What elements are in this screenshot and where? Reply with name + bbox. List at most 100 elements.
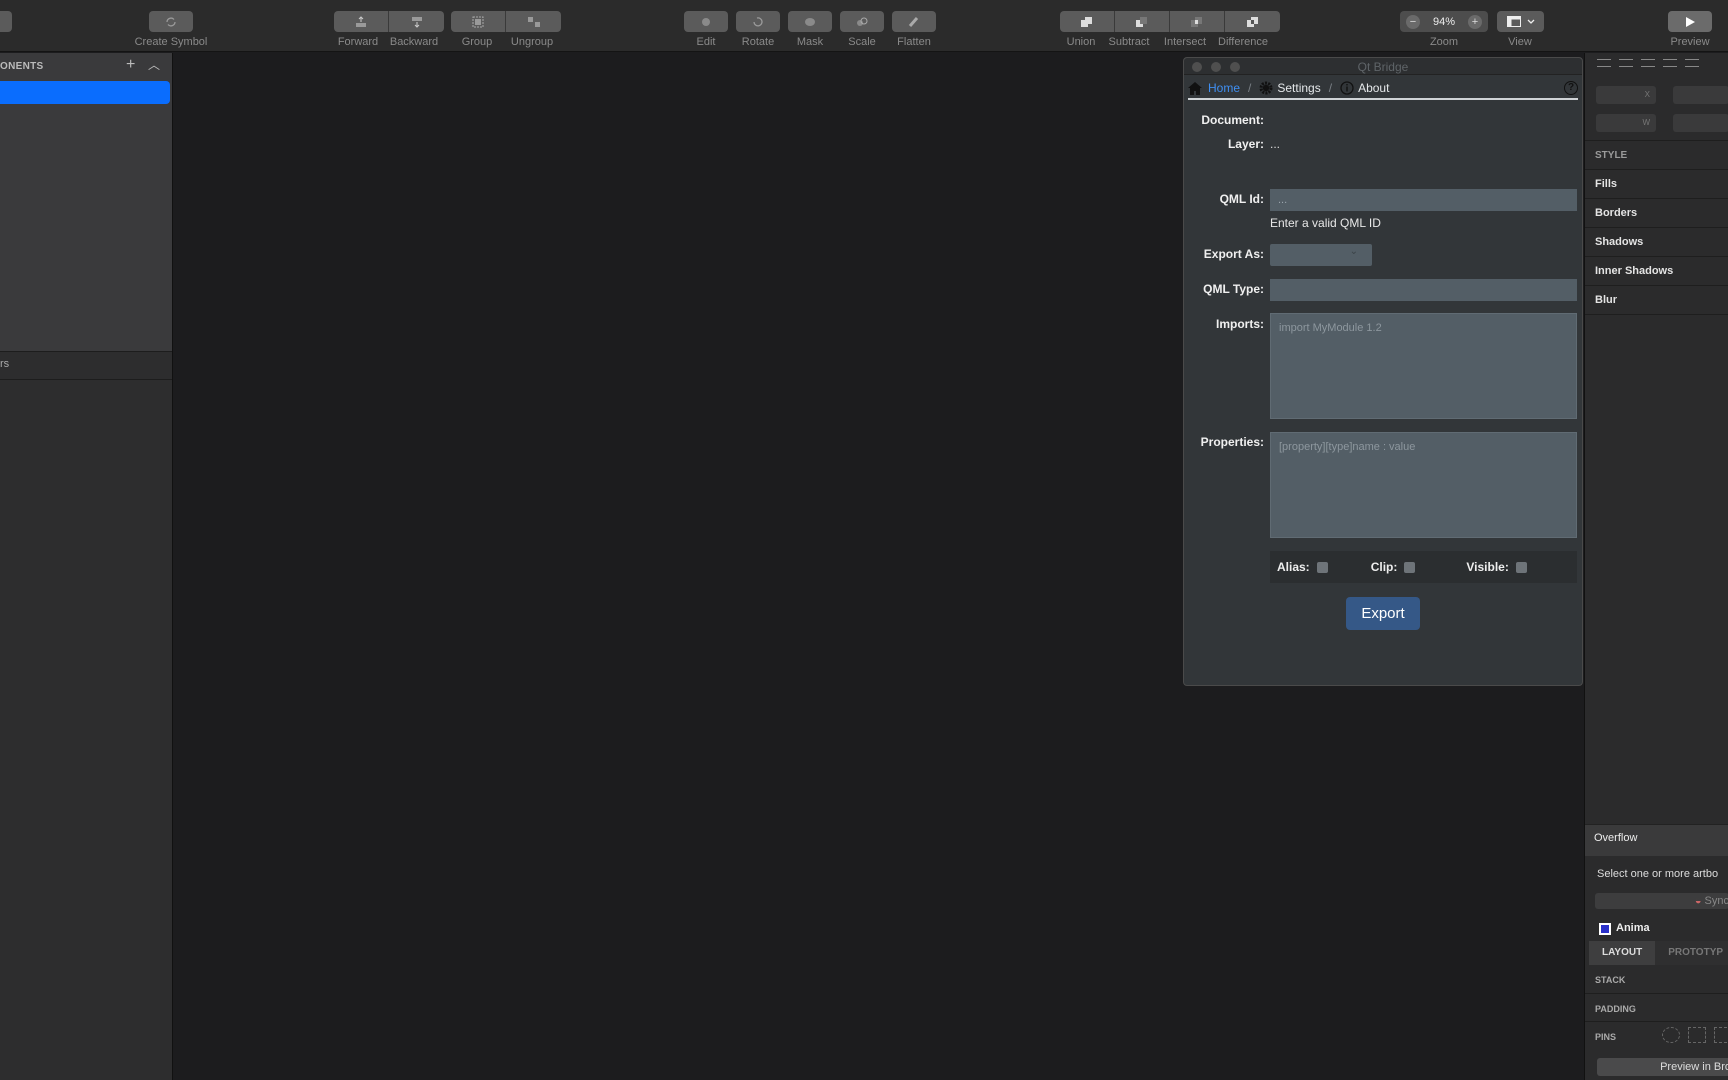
shadows-section[interactable]: Shadows: [1595, 236, 1643, 248]
document-select[interactable]: [0, 11, 12, 32]
tab-prototype[interactable]: PROTOTYP: [1655, 941, 1728, 965]
group-icon: [472, 16, 484, 27]
group-button[interactable]: [451, 11, 506, 32]
inner-shadows-section[interactable]: Inner Shadows: [1595, 265, 1673, 277]
clip-label: Clip:: [1370, 560, 1398, 574]
view-label: View: [1508, 36, 1532, 48]
rotate-icon: [753, 16, 763, 26]
preview-button[interactable]: [1668, 11, 1712, 32]
window-titlebar[interactable]: Qt Bridge: [1184, 58, 1582, 75]
nav-home-link[interactable]: Home: [1208, 81, 1240, 95]
subtract-button[interactable]: [1115, 11, 1170, 32]
align-right-icon[interactable]: [1641, 59, 1655, 67]
rotate-button[interactable]: [736, 11, 780, 32]
nav-separator: /: [1248, 81, 1252, 95]
x-field[interactable]: X: [1596, 86, 1656, 104]
nav-about-link[interactable]: About: [1358, 81, 1389, 95]
backward-icon: [411, 16, 422, 28]
clip-checkbox[interactable]: [1404, 561, 1416, 573]
align-middle-icon[interactable]: [1685, 59, 1699, 67]
visible-label: Visible:: [1466, 560, 1509, 574]
document-label: Document:: [1201, 113, 1264, 127]
forward-button[interactable]: [334, 11, 389, 32]
align-left-icon[interactable]: [1597, 59, 1611, 67]
difference-button[interactable]: [1225, 11, 1280, 32]
borders-section[interactable]: Borders: [1595, 207, 1637, 219]
qml-id-input[interactable]: [1270, 189, 1577, 211]
create-symbol-button[interactable]: [149, 11, 193, 32]
add-component-icon[interactable]: +: [126, 56, 135, 74]
divider: [1585, 198, 1728, 199]
scale-button[interactable]: [840, 11, 884, 32]
ungroup-icon: [527, 16, 540, 27]
width-field[interactable]: W: [1596, 114, 1656, 132]
intersect-icon: [1191, 16, 1202, 27]
qml-type-input[interactable]: [1270, 279, 1577, 301]
flatten-button[interactable]: [892, 11, 936, 32]
mask-button[interactable]: [788, 11, 832, 32]
divider: [1585, 140, 1728, 141]
gear-icon: [1259, 81, 1273, 95]
nav-settings-link[interactable]: Settings: [1277, 81, 1320, 95]
align-top-icon[interactable]: [1663, 59, 1677, 67]
sync-label: Sync: [1704, 895, 1728, 907]
y-field[interactable]: [1673, 86, 1728, 104]
tab-layout[interactable]: LAYOUT: [1589, 941, 1656, 965]
imports-textarea[interactable]: import MyModule 1.2: [1270, 313, 1577, 419]
mask-label: Mask: [796, 36, 824, 48]
play-icon: [1686, 16, 1695, 27]
collapse-icon[interactable]: ︿: [148, 56, 160, 73]
imports-placeholder: import MyModule 1.2: [1279, 322, 1382, 334]
window-title: Qt Bridge: [1357, 60, 1409, 74]
divider: [1585, 285, 1728, 286]
group-label: Group: [461, 36, 493, 48]
intersect-button[interactable]: [1170, 11, 1225, 32]
breadcrumb-nav: Home / Settings / About ?: [1188, 78, 1578, 100]
zoom-in-button[interactable]: +: [1468, 14, 1482, 29]
fills-section[interactable]: Fills: [1595, 178, 1617, 190]
options-row: Alias: Clip: Visible:: [1270, 551, 1577, 583]
union-button[interactable]: [1060, 11, 1115, 32]
zoom-out-button[interactable]: −: [1406, 14, 1420, 29]
anima-tabs: LAYOUT PROTOTYP: [1589, 941, 1728, 965]
view-button[interactable]: [1497, 11, 1544, 32]
pin-center-icon[interactable]: [1688, 1027, 1706, 1043]
ungroup-button[interactable]: [506, 11, 561, 32]
forward-label: Forward: [337, 36, 379, 48]
chevron-down-icon: [1527, 19, 1534, 24]
edit-icon: [702, 17, 710, 26]
selected-component-item[interactable]: [0, 81, 170, 104]
height-field[interactable]: [1673, 114, 1728, 132]
zoom-control: − 94% +: [1400, 11, 1488, 32]
export-as-select[interactable]: ⌄: [1270, 244, 1372, 266]
pin-side-icon[interactable]: [1714, 1027, 1728, 1043]
help-icon[interactable]: ?: [1564, 81, 1578, 95]
edit-button[interactable]: [684, 11, 728, 32]
preview-in-browser-button[interactable]: Preview in Bro: [1597, 1058, 1728, 1076]
divider: [1585, 227, 1728, 228]
info-icon: [1340, 81, 1354, 95]
components-panel: ONENTS + ︿ rs: [0, 53, 173, 1080]
backward-button[interactable]: [389, 11, 444, 32]
align-center-icon[interactable]: [1619, 59, 1633, 67]
padding-label: PADDING: [1595, 1004, 1636, 1014]
sync-button[interactable]: ◒ Sync: [1595, 893, 1728, 909]
zoom-value: 94%: [1432, 15, 1456, 28]
union-label: Union: [1066, 36, 1096, 48]
difference-label: Difference: [1218, 36, 1268, 48]
divider: [1585, 1021, 1728, 1022]
zoom-label: Zoom: [1429, 36, 1459, 48]
export-button[interactable]: Export: [1346, 597, 1420, 630]
stack-label: STACK: [1595, 975, 1626, 985]
blur-section[interactable]: Blur: [1595, 294, 1617, 306]
anima-logo-icon: [1599, 923, 1611, 935]
union-icon: [1081, 16, 1092, 27]
nav-separator: /: [1328, 81, 1333, 95]
home-icon: [1188, 82, 1202, 95]
alias-checkbox[interactable]: [1316, 561, 1328, 573]
scale-icon: [857, 17, 868, 26]
pin-all-icon[interactable]: [1662, 1027, 1680, 1043]
anima-title: Anima: [1616, 922, 1650, 934]
visible-checkbox[interactable]: [1515, 561, 1527, 573]
properties-textarea[interactable]: [property][type]name : value: [1270, 432, 1577, 538]
